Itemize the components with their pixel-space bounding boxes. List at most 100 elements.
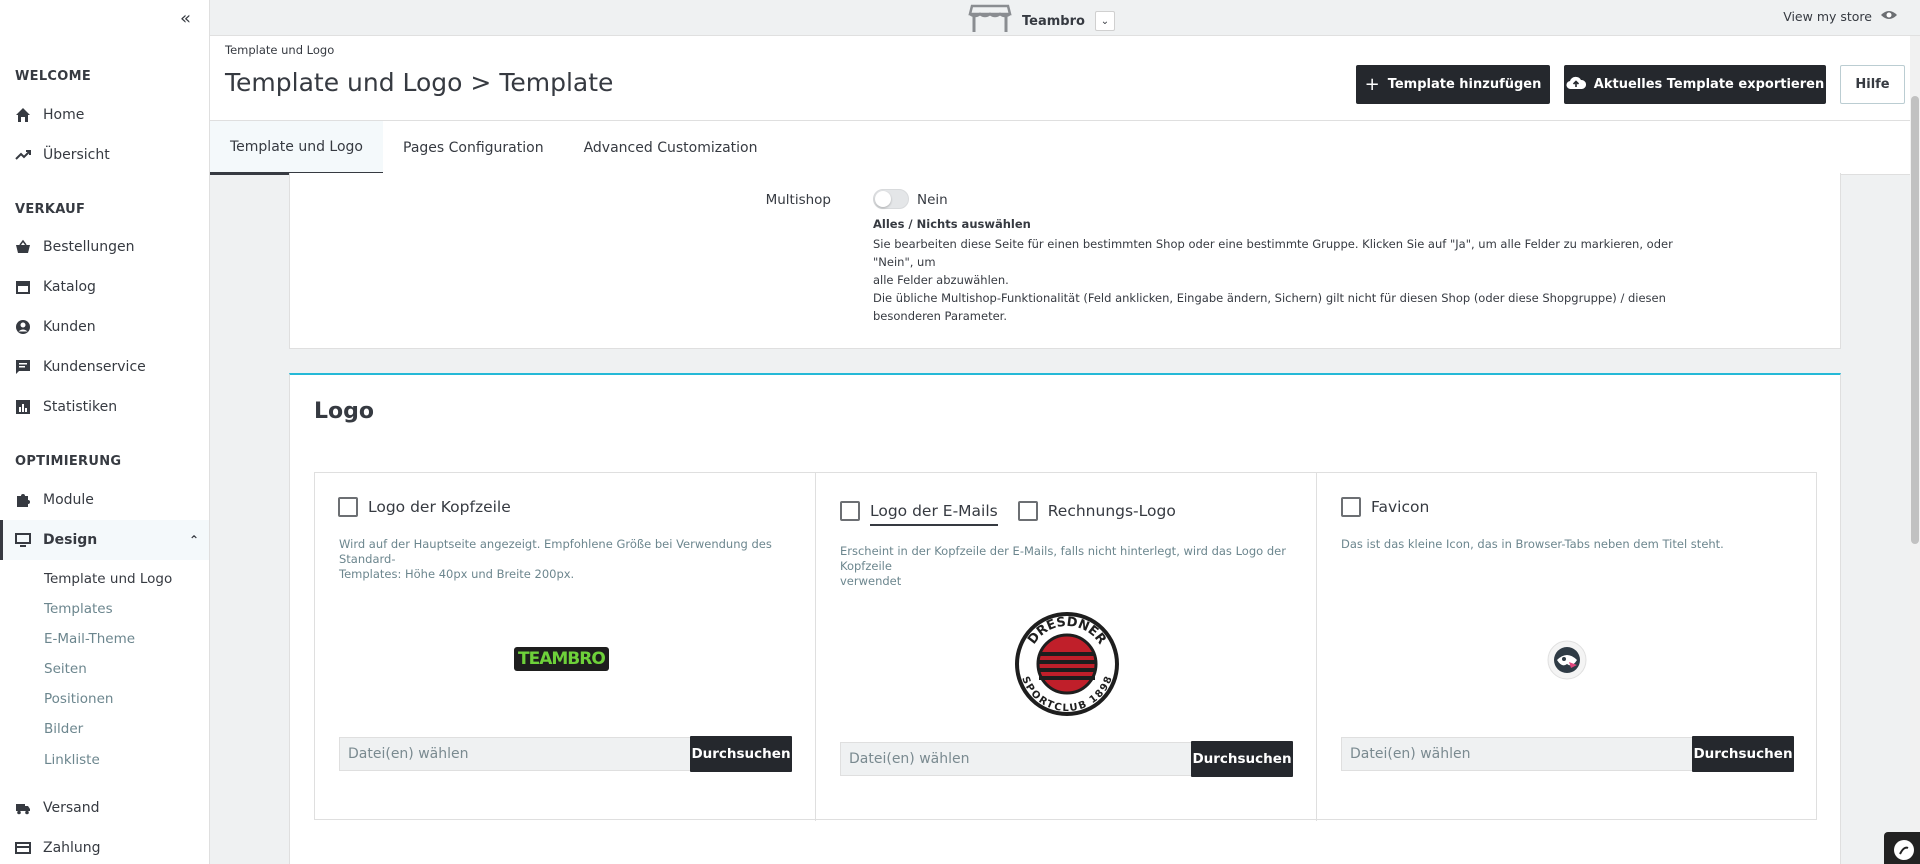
header-logo-image: TEAMBRO <box>514 647 609 671</box>
subitem-seiten[interactable]: Seiten <box>44 661 87 677</box>
sidebar-item-label: Katalog <box>43 279 96 295</box>
subitem-positionen[interactable]: Positionen <box>44 691 113 707</box>
tab-bar: Template und Logo Pages Configuration Ad… <box>210 121 1910 175</box>
sidebar-item-bestellungen[interactable]: Bestellungen <box>0 227 209 267</box>
logo-section-title: Logo <box>314 399 374 424</box>
sidebar-item-zahlung[interactable]: Zahlung <box>0 828 209 864</box>
sidebar-item-label: Design <box>43 532 98 548</box>
sidebar-item-home[interactable]: Home <box>0 95 209 135</box>
sidebar-item-statistiken[interactable]: Statistiken <box>0 387 209 427</box>
chat-icon <box>15 359 31 375</box>
email-logo-label: Logo der E-Mails <box>870 502 998 526</box>
collapse-sidebar-icon[interactable]: « <box>180 8 191 29</box>
favicon-image <box>1547 640 1587 680</box>
debug-toolbar-icon[interactable] <box>1884 832 1920 864</box>
invoice-logo-label: Rechnungs-Logo <box>1047 502 1176 520</box>
shop-icon <box>968 4 1012 38</box>
favicon-browse-button[interactable]: Durchsuchen <box>1692 736 1794 772</box>
invoice-logo-checkbox[interactable] <box>1017 501 1038 521</box>
sidebar-item-label: Kundenservice <box>43 359 146 375</box>
sidebar-item-design[interactable]: Design ⌃ <box>0 520 209 560</box>
export-template-button[interactable]: Aktuelles Template exportieren <box>1564 65 1826 104</box>
sidebar-item-uebersicht[interactable]: Übersicht <box>0 135 209 175</box>
scrollbar-thumb[interactable] <box>1911 96 1919 544</box>
favicon-card: Favicon Das ist das kleine Icon, das in … <box>1317 473 1818 821</box>
sidebar-item-katalog[interactable]: Katalog <box>0 267 209 307</box>
chart-icon <box>15 399 31 415</box>
multishop-toggle[interactable] <box>873 189 909 209</box>
subitem-email-theme[interactable]: E-Mail-Theme <box>44 631 135 647</box>
header-logo-file-input[interactable]: Datei(en) wählen <box>339 737 691 771</box>
header-logo-label: Logo der Kopfzeile <box>368 497 511 516</box>
sidebar-item-label: Kunden <box>43 319 96 335</box>
email-logo-card: Logo der E-Mails Rechnungs-Logo Erschein… <box>816 473 1317 821</box>
top-bar: Teambro ⌄ View my store <box>210 0 1920 36</box>
multishop-help-line: alle Felder abzuwählen. <box>873 273 1009 287</box>
favicon-checkbox[interactable] <box>1341 496 1361 517</box>
multishop-help-line: Sie bearbeiten diese Seite für einen bes… <box>873 237 1673 269</box>
tab-pages-configuration[interactable]: Pages Configuration <box>383 121 564 175</box>
sidebar-item-kunden[interactable]: Kunden <box>0 307 209 347</box>
email-logo-browse-button[interactable]: Durchsuchen <box>1191 741 1293 777</box>
shop-name: Teambro <box>1022 13 1085 29</box>
multishop-help-line: Die übliche Multishop-Funktionalität (Fe… <box>873 291 1666 305</box>
sidebar-item-label: Home <box>43 107 85 123</box>
subitem-templates[interactable]: Templates <box>44 601 113 617</box>
chevron-up-icon: ⌃ <box>188 533 199 547</box>
sidebar-item-label: Versand <box>43 800 100 816</box>
favicon-label: Favicon <box>1371 497 1430 516</box>
user-icon <box>15 319 31 335</box>
email-logo-option[interactable]: Logo der E-Mails <box>840 496 998 526</box>
favicon-option[interactable]: Favicon <box>1341 496 1429 517</box>
card-icon <box>15 840 31 856</box>
main-content: Multishop Nein Alles / Nichts auswählen … <box>210 173 1910 864</box>
multishop-heading: Alles / Nichts auswählen <box>873 217 1031 231</box>
email-logo-desc-line: Erscheint in der Kopfzeile der E-Mails, … <box>840 544 1286 573</box>
logo-cards: Logo der Kopfzeile Wird auf der Hauptsei… <box>314 472 1818 821</box>
invoice-logo-option[interactable]: Rechnungs-Logo <box>1017 501 1176 521</box>
help-button[interactable]: Hilfe <box>1840 65 1905 104</box>
basket-icon <box>15 239 31 255</box>
header-logo-desc-line: Wird auf der Hauptseite angezeigt. Empfo… <box>339 537 772 566</box>
view-store-link[interactable]: View my store <box>1783 9 1898 24</box>
email-logo-checkbox[interactable] <box>840 501 860 521</box>
header-logo-browse-button[interactable]: Durchsuchen <box>690 736 792 772</box>
header-logo-description: Wird auf der Hauptseite angezeigt. Empfo… <box>339 537 799 582</box>
add-template-label: Template hinzufügen <box>1387 77 1542 92</box>
email-logo-image: DRESDNER SPORTCLUB 1898 <box>1015 612 1119 716</box>
sidebar-item-label: Bestellungen <box>43 239 135 255</box>
header-logo-checkbox[interactable] <box>338 496 358 517</box>
section-optimierung: OPTIMIERUNG <box>15 454 122 469</box>
page-title: Template und Logo > Template <box>225 68 614 97</box>
multishop-toggle-value: Nein <box>917 192 948 208</box>
multishop-help-line: besonderen Parameter. <box>873 309 1007 323</box>
monitor-icon <box>15 532 31 548</box>
subitem-linkliste[interactable]: Linkliste <box>44 752 100 768</box>
trending-icon <box>15 147 31 163</box>
page-scrollbar[interactable] <box>1910 36 1920 864</box>
subitem-bilder[interactable]: Bilder <box>44 721 83 737</box>
sidebar-item-versand[interactable]: Versand <box>0 788 209 828</box>
store-icon <box>15 279 31 295</box>
sidebar-item-module[interactable]: Module <box>0 480 209 520</box>
header-logo-desc-line: Templates: Höhe 40px und Breite 200px. <box>339 567 575 581</box>
chevron-down-icon[interactable]: ⌄ <box>1094 11 1115 31</box>
add-template-button[interactable]: + Template hinzufügen <box>1356 65 1550 104</box>
email-logo-file-input[interactable]: Datei(en) wählen <box>840 742 1192 776</box>
logo-panel: Logo Logo der Kopfzeile Wird auf der Hau… <box>289 373 1841 864</box>
email-logo-desc-line: verwendet <box>840 574 902 588</box>
multishop-label: Multishop <box>765 192 831 208</box>
truck-icon <box>15 800 31 816</box>
sidebar-item-kundenservice[interactable]: Kundenservice <box>0 347 209 387</box>
view-store-label: View my store <box>1783 9 1872 24</box>
header-logo-option[interactable]: Logo der Kopfzeile <box>338 496 511 517</box>
breadcrumb[interactable]: Template und Logo <box>225 43 334 57</box>
favicon-file-input[interactable]: Datei(en) wählen <box>1341 737 1693 771</box>
shop-switcher[interactable]: Teambro ⌄ <box>968 4 1115 38</box>
puzzle-icon <box>15 492 31 508</box>
tab-template-und-logo[interactable]: Template und Logo <box>210 121 383 175</box>
sidebar-item-label: Statistiken <box>43 399 118 415</box>
subitem-template-und-logo[interactable]: Template und Logo <box>44 571 172 587</box>
tab-advanced-customization[interactable]: Advanced Customization <box>564 121 778 175</box>
help-label: Hilfe <box>1855 77 1890 92</box>
